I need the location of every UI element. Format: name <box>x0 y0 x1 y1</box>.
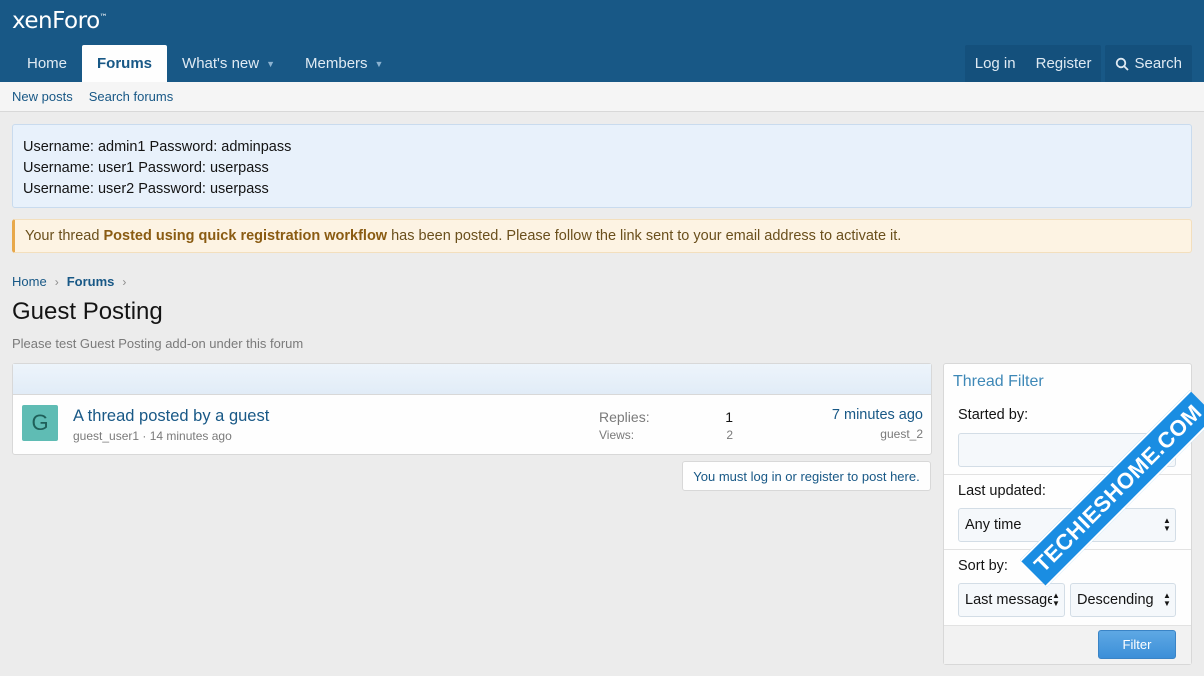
chevron-right-icon: › <box>54 274 59 289</box>
alert-suffix: has been posted. Please follow the link … <box>391 228 902 244</box>
sort-field-select[interactable]: Last message ▲ ▼ <box>958 583 1065 617</box>
credentials-notice: Username: admin1 Password: adminpass Use… <box>12 124 1192 208</box>
logo-text: xenForo <box>12 8 100 34</box>
breadcrumb-forums[interactable]: Forums <box>67 274 115 289</box>
site-logo[interactable]: xenForo™ <box>12 8 108 34</box>
thread-list-header <box>13 364 931 395</box>
site-header: xenForo™ Home Forums What's new ▼ Members… <box>0 0 1204 82</box>
nav-tab-home[interactable]: Home <box>12 45 82 82</box>
chevron-down-icon[interactable]: ▼ <box>266 59 275 69</box>
select-arrows-icon: ▲ ▼ <box>1163 516 1171 533</box>
select-arrows-icon: ▲ ▼ <box>1163 591 1171 608</box>
nav-tab-label: Forums <box>97 55 153 72</box>
page-title: Guest Posting <box>12 298 163 325</box>
sort-by-label: Sort by: <box>958 558 1008 574</box>
replies-label: Replies: <box>599 409 650 425</box>
alert-thread-title: Posted using quick registration workflow <box>103 228 388 244</box>
search-button[interactable]: Search <box>1105 45 1192 82</box>
thread-filter-panel: Thread Filter Started by: Last updated: … <box>943 363 1192 665</box>
nav-tab-forums[interactable]: Forums <box>82 45 168 82</box>
user-nav: Log in Register Search <box>964 45 1192 82</box>
thread-row: G A thread posted by a guest guest_user1… <box>13 395 931 454</box>
chevron-down-icon[interactable]: ▼ <box>375 59 384 69</box>
thread-posted-alert: Your thread Posted using quick registrat… <box>12 219 1192 253</box>
notice-line: Username: user2 Password: userpass <box>23 181 269 197</box>
nav-tab-label: Members <box>305 55 368 72</box>
select-arrows-icon: ▲ ▼ <box>1052 591 1060 608</box>
views-count: 2 <box>726 428 733 442</box>
last-post-time[interactable]: 7 minutes ago <box>832 407 923 423</box>
filter-title: Thread Filter <box>953 373 1044 390</box>
started-by-label: Started by: <box>958 407 1029 423</box>
breadcrumb: Home › Forums › <box>12 274 126 289</box>
search-icon <box>1116 57 1130 71</box>
breadcrumb-home[interactable]: Home <box>12 274 47 289</box>
thread-list: G A thread posted by a guest guest_user1… <box>12 363 932 455</box>
last-updated-select[interactable]: Any time ▲ ▼ <box>958 508 1176 542</box>
search-label: Search <box>1134 55 1182 72</box>
page-description: Please test Guest Posting add-on under t… <box>12 336 304 351</box>
search-forums-link[interactable]: Search forums <box>89 89 174 104</box>
nav-tab-whats-new[interactable]: What's new ▼ <box>167 45 290 82</box>
auth-group: Log in Register <box>964 45 1102 82</box>
divider <box>944 549 1191 550</box>
replies-count: 1 <box>725 409 733 425</box>
last-updated-value: Any time <box>965 517 1022 533</box>
last-updated-label: Last updated: <box>958 483 1046 499</box>
notice-line: Username: user1 Password: userpass <box>23 160 269 176</box>
started-by-input[interactable] <box>958 433 1176 467</box>
thread-meta: guest_user1 · 14 minutes ago <box>73 429 232 443</box>
login-to-post-link[interactable]: You must log in or register to post here… <box>682 461 931 491</box>
avatar[interactable]: G <box>22 405 58 441</box>
login-link[interactable]: Log in <box>965 55 1026 72</box>
notice-line: Username: admin1 Password: adminpass <box>23 139 292 155</box>
register-link[interactable]: Register <box>1026 55 1102 72</box>
nav-tab-label: What's new <box>182 55 260 72</box>
nav-tab-members[interactable]: Members ▼ <box>290 45 398 82</box>
logo-trademark: ™ <box>99 12 108 22</box>
thread-title-link[interactable]: A thread posted by a guest <box>73 407 269 426</box>
divider <box>944 474 1191 475</box>
sort-field-value: Last message <box>965 592 1056 608</box>
alert-prefix: Your thread <box>25 228 100 244</box>
sort-order-value: Descending <box>1077 592 1154 608</box>
nav-tab-label: Home <box>27 55 68 72</box>
main-nav: Home Forums What's new ▼ Members ▼ <box>12 45 398 82</box>
filter-button[interactable]: Filter <box>1098 630 1176 659</box>
new-posts-link[interactable]: New posts <box>12 89 73 104</box>
sort-order-select[interactable]: Descending ▲ ▼ <box>1070 583 1176 617</box>
chevron-right-icon: › <box>122 274 127 289</box>
last-post-user[interactable]: guest_2 <box>880 427 923 441</box>
views-label: Views: <box>599 428 635 442</box>
sub-nav: New posts Search forums <box>0 82 1204 112</box>
